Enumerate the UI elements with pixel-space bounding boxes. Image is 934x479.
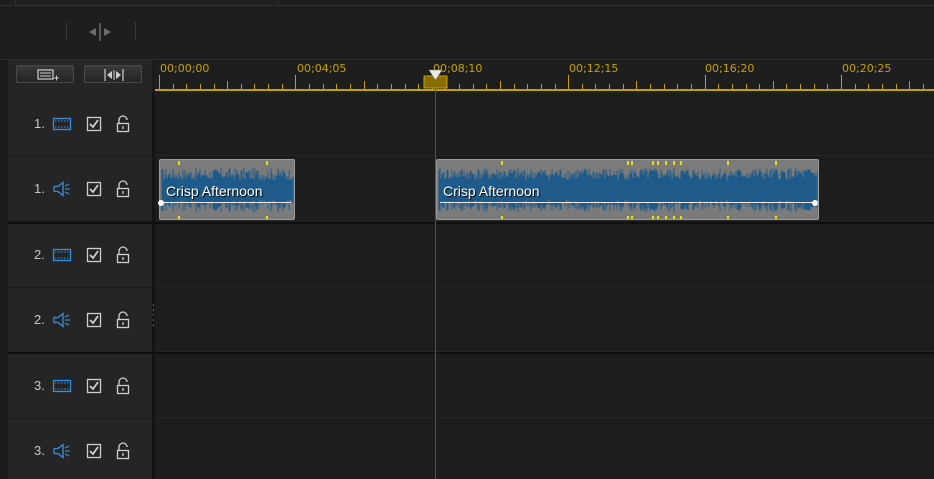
video-track-icon <box>52 377 72 395</box>
clip-title: Crisp Afternoon <box>443 183 540 199</box>
track-lock-icon[interactable] <box>113 115 133 133</box>
playhead-handle[interactable] <box>423 68 448 90</box>
speaker-icon <box>52 311 72 329</box>
track-group-separator <box>8 352 934 354</box>
track-lane-video-3[interactable] <box>155 354 934 418</box>
volume-keyframe-handle[interactable] <box>158 200 164 206</box>
video-track-icon <box>52 246 72 264</box>
timeline-ruler[interactable]: 00;00;00 00;04;05 00;08;10 00;12;15 00;1… <box>155 60 934 92</box>
track-number: 3. <box>34 443 45 458</box>
speaker-icon <box>52 442 72 460</box>
track-lane-video-1[interactable] <box>155 92 934 156</box>
ruler-label: 00;00;00 <box>160 62 210 75</box>
ruler-tick <box>500 81 501 89</box>
toolbar-separator <box>66 22 67 40</box>
ruler-tick <box>295 75 297 89</box>
audio-clip[interactable]: Crisp Afternoon <box>436 159 819 220</box>
clip-title: Crisp Afternoon <box>166 183 263 199</box>
track-lock-icon[interactable] <box>113 246 133 264</box>
track-lane-audio-3[interactable] <box>155 419 934 479</box>
track-header-video-1: 1. <box>8 92 152 156</box>
track-manager-icon <box>37 69 59 81</box>
track-number: 3. <box>34 378 45 393</box>
ruler-tick <box>227 81 229 89</box>
toolbar-divider <box>0 5 934 6</box>
ruler-tick <box>841 75 842 89</box>
audio-clip[interactable]: Crisp Afternoon <box>159 159 295 220</box>
track-number: 2. <box>34 247 45 262</box>
track-header-audio-1: 1. <box>8 157 152 221</box>
playhead-line <box>435 78 436 479</box>
volume-line <box>163 202 291 203</box>
track-group-separator <box>8 222 934 224</box>
track-enable-checkbox[interactable] <box>84 377 104 395</box>
track-lock-icon[interactable] <box>113 311 133 329</box>
ruler-tick <box>363 81 365 89</box>
fit-timeline-button[interactable] <box>84 65 142 83</box>
fit-timeline-icon <box>104 69 124 81</box>
track-header-video-2: 2. <box>8 223 152 287</box>
toolbar-separator <box>135 22 136 40</box>
track-enable-checkbox[interactable] <box>84 311 104 329</box>
timeline-toolbar <box>0 0 934 60</box>
track-lane-video-2[interactable] <box>155 223 934 287</box>
volume-keyframe-handle[interactable] <box>812 200 818 206</box>
track-manager-button[interactable] <box>16 65 74 83</box>
track-number: 2. <box>34 312 45 327</box>
ruler-tick <box>159 75 160 89</box>
track-header-audio-2: 2. <box>8 288 152 352</box>
ruler-tick <box>636 81 638 89</box>
track-number: 1. <box>34 116 45 131</box>
track-header-video-3: 3. <box>8 354 152 418</box>
ruler-label: 00;12;15 <box>569 62 619 75</box>
track-enable-checkbox[interactable] <box>84 442 104 460</box>
video-track-icon <box>52 115 72 133</box>
ruler-label: 00;20;25 <box>842 62 892 75</box>
track-enable-checkbox[interactable] <box>84 180 104 198</box>
ruler-tick <box>568 75 570 89</box>
track-header-audio-3: 3. <box>8 419 152 479</box>
track-header-toolbar <box>8 60 152 93</box>
ruler-tick <box>909 81 911 89</box>
track-enable-checkbox[interactable] <box>84 115 104 133</box>
track-number: 1. <box>34 181 45 196</box>
track-lane-audio-2[interactable] <box>155 288 934 352</box>
track-lock-icon[interactable] <box>113 180 133 198</box>
ruler-label: 00;16;20 <box>705 62 755 75</box>
track-lock-icon[interactable] <box>113 442 133 460</box>
ruler-tick <box>772 81 774 89</box>
ruler-label: 00;04;05 <box>297 62 347 75</box>
speaker-icon <box>52 180 72 198</box>
split-clip-icon[interactable] <box>86 22 114 42</box>
ruler-baseline <box>155 89 934 91</box>
track-lock-icon[interactable] <box>113 377 133 395</box>
volume-line <box>440 202 815 203</box>
track-enable-checkbox[interactable] <box>84 246 104 264</box>
ruler-tick <box>704 75 706 89</box>
